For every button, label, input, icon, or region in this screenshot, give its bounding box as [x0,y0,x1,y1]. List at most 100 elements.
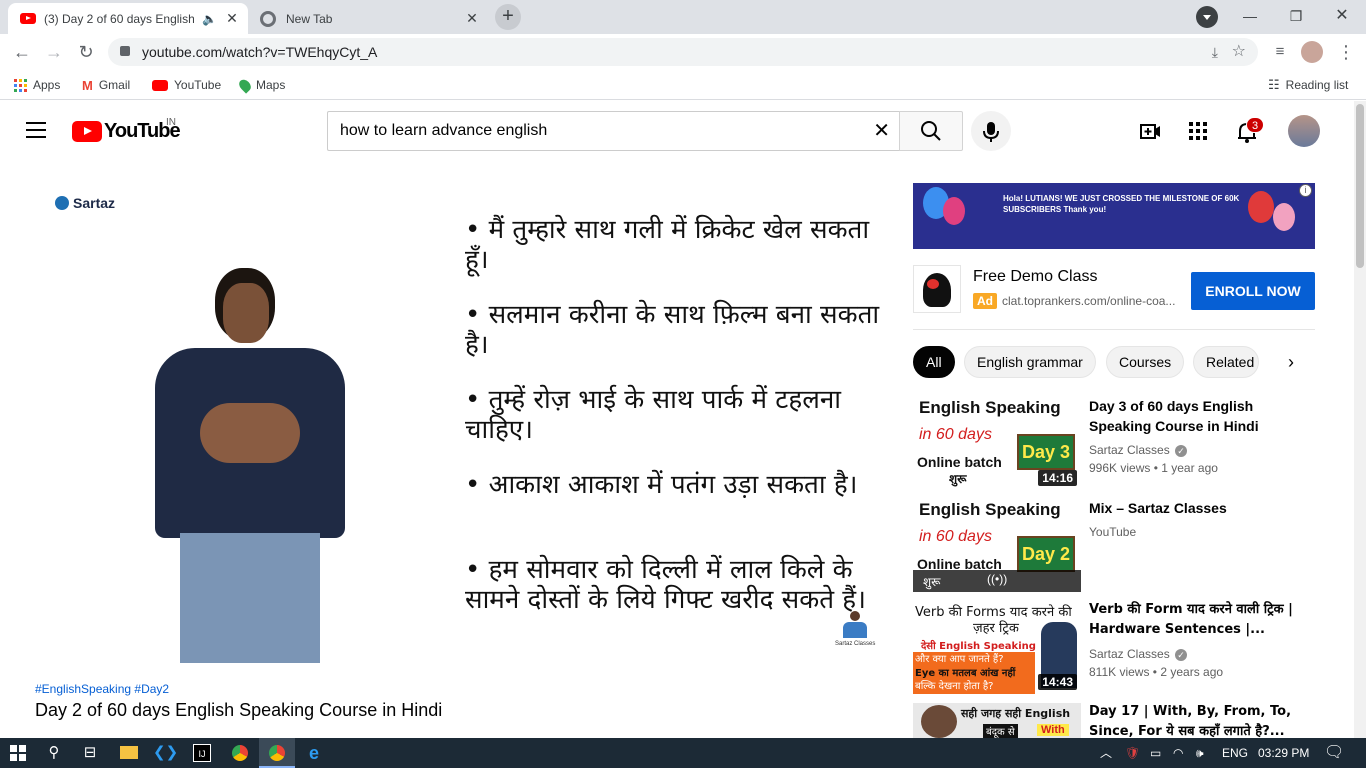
windows-icon [10,745,26,761]
watermark-figure [835,611,875,641]
volume-icon[interactable]: 🕪 [1196,738,1204,768]
antivirus-icon[interactable]: 🛡 [1125,738,1140,768]
bookmark-youtube[interactable]: YouTube [152,75,221,95]
thumb-orange-box: और क्या आप जानते हैं? Eye का मतलब आंख नह… [913,652,1035,694]
new-tab-button[interactable]: + [495,4,521,30]
related-meta: 811K views • 2 years ago [1089,665,1224,679]
chrome-active-taskbar[interactable] [259,738,295,768]
enroll-now-button[interactable]: ENROLL NOW [1191,272,1315,310]
country-code: IN [166,117,176,128]
forward-button[interactable]: → [42,40,66,64]
related-thumbnail[interactable]: English Speaking in 60 days Online batch… [913,498,1081,592]
video-hashtags[interactable]: #EnglishSpeaking #Day2 [35,682,169,696]
presenter-hands [200,403,300,463]
related-channel-row[interactable]: Sartaz Classes ✓ [1089,645,1309,663]
vscode-icon[interactable]: ❮❯ [153,741,178,765]
related-title[interactable]: Mix – Sartaz Classes [1089,498,1309,518]
chip-related[interactable]: Related [1193,346,1259,378]
clear-search-icon[interactable]: ✕ [873,112,890,150]
search-input[interactable]: how to learn advance english ✕ [327,111,900,151]
chrome-taskbar-icon[interactable] [228,741,252,765]
related-thumbnail[interactable]: सही जगह सही English बंदूक से With [913,703,1081,738]
slide-line: • हम सोमवार को दिल्ली में लाल किले के सा… [465,555,866,615]
tab-search-button[interactable] [1196,6,1218,28]
globe-icon [55,196,69,210]
create-video-button[interactable] [1139,120,1161,147]
divider [913,329,1315,330]
close-window-button[interactable]: ✕ [1322,4,1362,28]
chip-courses[interactable]: Courses [1106,346,1185,378]
close-tab-icon[interactable]: ✕ [224,10,240,26]
chip-all[interactable]: All [913,346,955,378]
voice-search-button[interactable] [971,111,1011,151]
tray-chevron-icon[interactable]: ︿ [1100,738,1112,768]
search-button[interactable] [899,111,963,151]
minimize-button[interactable]: — [1230,4,1270,28]
ad-banner-text: Hola! LUTIANS! WE JUST CROSSED THE MILES… [1003,194,1240,214]
ad-info-icon[interactable]: i [1299,184,1312,197]
youtube-icon [152,79,168,91]
battery-icon[interactable]: ▭ [1150,738,1161,768]
reading-list[interactable]: ☷ Reading list [1268,75,1348,95]
duration-badge: 14:43 [1038,674,1077,690]
back-button[interactable]: ← [10,40,34,64]
intellij-icon[interactable]: IJ [190,741,214,765]
bookmark-maps[interactable]: Maps [236,75,285,95]
related-title[interactable]: Verb की Form याद करने वाली ट्रिक | Hardw… [1089,600,1309,640]
close-tab-icon[interactable]: ✕ [464,10,480,26]
search-taskbar-icon[interactable]: ⚲ [42,741,66,765]
speaker-icon[interactable]: 🔈 [202,12,217,26]
related-channel-row[interactable]: Sartaz Classes ✓ [1089,441,1309,459]
related-title[interactable]: Day 17 | With, By, From, To, Since, For … [1089,702,1309,738]
notifications-center-icon[interactable]: 🗨 [1324,738,1344,768]
profile-avatar[interactable] [1301,41,1323,63]
verified-icon: ✓ [1175,648,1188,661]
ad-title[interactable]: Free Demo Class [973,268,1097,286]
ad-banner[interactable]: Hola! LUTIANS! WE JUST CROSSED THE MILES… [913,183,1315,249]
youtube-logo[interactable]: YouTube [72,120,181,142]
related-thumbnail[interactable]: Verb की Forms याद करने की ज़हर ट्रिक देस… [913,600,1081,694]
edge-icon[interactable]: e [302,741,326,765]
chrome-icon [269,745,285,761]
bookmark-label: YouTube [174,78,222,92]
language-indicator[interactable]: ENG [1222,738,1248,768]
gmail-icon: M [82,77,93,93]
clock[interactable]: 03:29 PM [1258,738,1309,768]
chrome-menu-icon[interactable]: ⋮ [1334,40,1358,64]
thumb-day-badge: Day 2 [1017,536,1075,572]
wifi-icon[interactable]: ◠ [1173,738,1183,768]
thumb-text: in 60 days [919,426,992,443]
lock-icon [120,46,130,56]
bookmark-apps[interactable]: Apps [14,75,60,95]
advertiser-logo[interactable] [913,265,961,313]
apps-icon[interactable] [1189,122,1207,140]
file-explorer-icon[interactable] [117,741,141,765]
start-button[interactable] [6,741,30,765]
address-bar[interactable]: youtube.com/watch?v=TWEhqyCyt_A ⤓ ☆ [108,38,1258,66]
verified-icon: ✓ [1175,444,1188,457]
related-title[interactable]: Day 3 of 60 days English Speaking Course… [1089,396,1309,436]
chip-english-grammar[interactable]: English grammar [964,346,1096,378]
reload-button[interactable]: ↻ [74,40,98,64]
scrollbar-thumb[interactable] [1356,104,1364,268]
task-view-icon[interactable]: ⊟ [78,741,102,765]
install-icon[interactable]: ⤓ [1212,38,1218,66]
media-control-icon[interactable]: ≡ [1268,40,1292,64]
video-player[interactable]: Sartaz • मैं तुम्हारे साथ गली में क्रिके… [35,183,888,663]
thumb-text: देसी English Speaking [921,641,1036,652]
youtube-play-icon [72,120,102,142]
ad-url[interactable]: clat.toprankers.com/online-coa... [1002,293,1175,309]
tab-youtube[interactable]: (3) Day 2 of 60 days English S 🔈 ✕ [8,3,248,34]
hamburger-menu-icon[interactable] [26,122,46,138]
bookmark-gmail[interactable]: M Gmail [82,75,130,95]
related-thumbnail[interactable]: English Speaking in 60 days Online batch… [913,396,1081,490]
related-channel: YouTube [1089,525,1137,539]
thumb-text: बल्कि देखना होता है? [915,681,994,692]
chevron-right-icon[interactable]: › [1280,350,1302,374]
search-icon [921,121,941,141]
account-avatar[interactable] [1288,115,1320,147]
tab-new-tab[interactable]: New Tab ✕ [250,3,488,34]
maximize-button[interactable]: ❐ [1276,4,1316,28]
tab-title: (3) Day 2 of 60 days English S [44,11,194,26]
bookmark-star-icon[interactable]: ☆ [1232,38,1246,66]
